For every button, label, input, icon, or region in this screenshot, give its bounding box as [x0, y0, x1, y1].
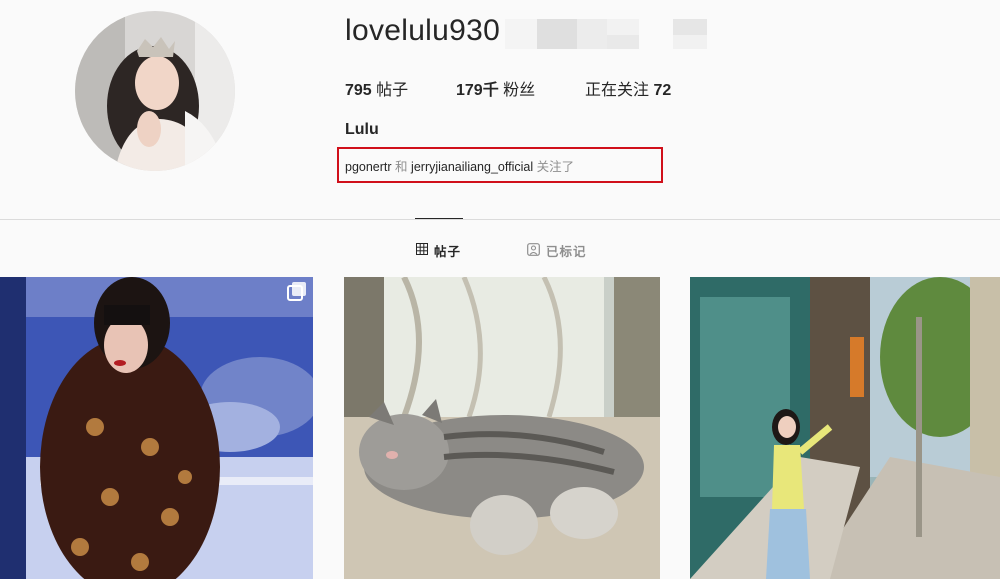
tab-posts[interactable]: 帖子 [416, 241, 461, 260]
grid-icon [416, 243, 428, 258]
following-label: 正在关注 [585, 82, 650, 99]
posts-label: 帖子 [376, 82, 409, 99]
active-tab-indicator [415, 218, 463, 219]
username[interactable]: lovelulu930 [345, 14, 500, 48]
posts-count: 795 [345, 82, 372, 99]
tabs-divider [0, 219, 1000, 220]
post-tile[interactable] [0, 277, 313, 579]
followers-stat[interactable]: 179千 粉丝 [456, 76, 535, 100]
tagged-icon [527, 242, 540, 259]
tab-tagged[interactable]: 已标记 [527, 241, 587, 260]
posts-count-stat: 795 帖子 [345, 76, 408, 100]
followers-label: 粉丝 [503, 82, 536, 99]
highlight-box [337, 147, 663, 183]
blurred-region [505, 17, 710, 51]
profile-avatar[interactable] [75, 11, 235, 171]
followers-count: 179千 [456, 82, 499, 99]
full-name: Lulu [345, 121, 379, 138]
following-count: 72 [653, 82, 672, 99]
tab-posts-label: 帖子 [434, 245, 462, 259]
following-stat[interactable]: 正在关注 72 [585, 76, 671, 100]
post-tile[interactable] [690, 277, 1000, 579]
tab-tagged-label: 已标记 [546, 245, 587, 259]
post-tile[interactable] [344, 277, 660, 579]
